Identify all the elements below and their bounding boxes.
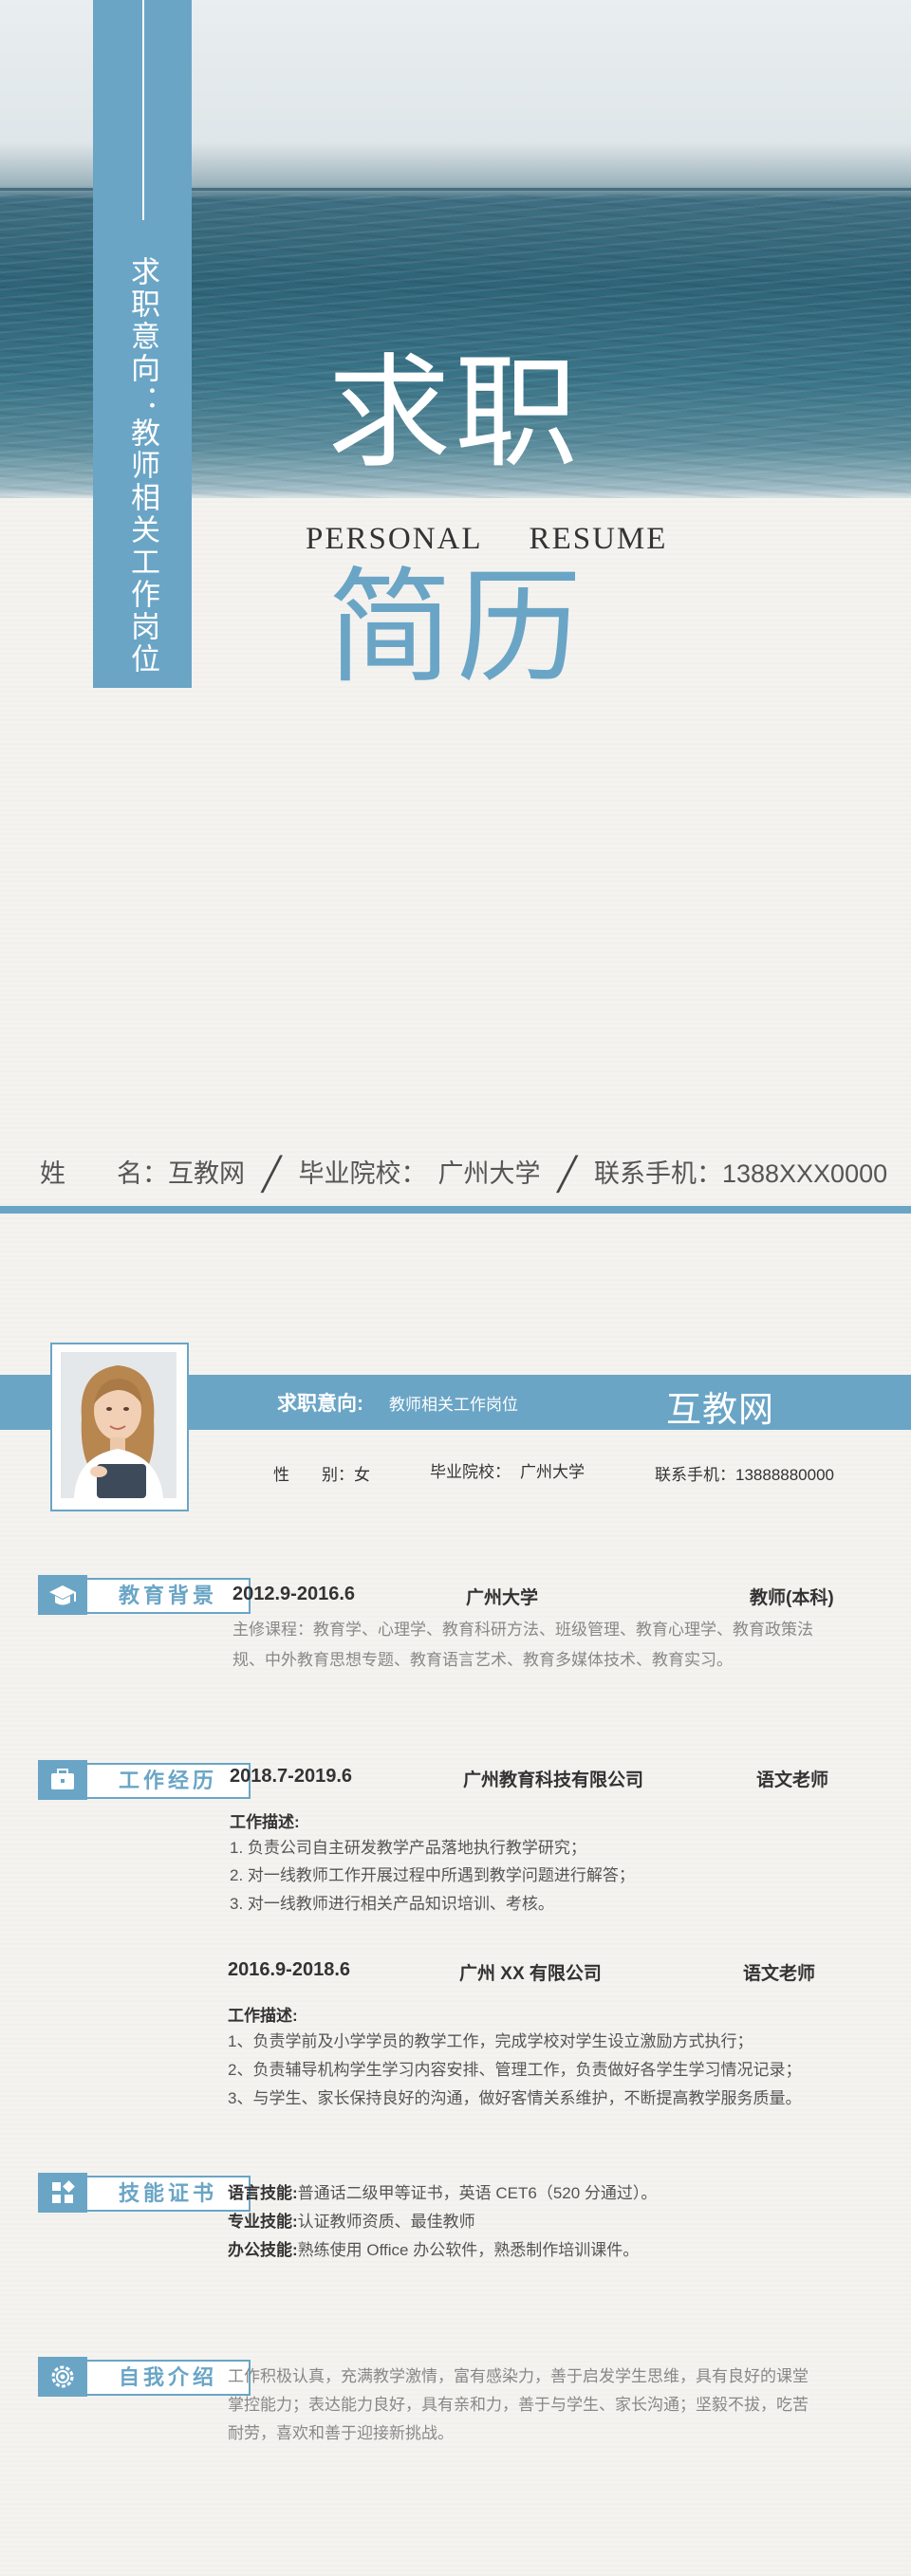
avatar [61,1352,177,1498]
intent-value: 教师相关工作岗位 [389,1396,518,1414]
school-value: 广州大学 [520,1463,585,1481]
cover-title-en: PERSONAL RESUME [306,522,668,556]
edu-period: 2012.9-2016.6 [232,1584,356,1604]
cover-title-bottom: 简历 [327,555,586,701]
job2-item: 2、负责辅导机构学生学习内容安排、管理工作，负责做好各学生学习情况记录； [228,2061,802,2079]
gear-icon [38,2357,87,2397]
cover-divider-rule [0,1206,911,1214]
cover-school: 广州大学 [437,1159,541,1188]
edu-school: 广州大学 [466,1588,539,1608]
resume-name: 互教网 [666,1390,774,1429]
job2-item: 1、负责学前及小学学员的教学工作，完成学校对学生设立激励方式执行； [228,2032,753,2050]
skill-row: 语言技能:普通话二级甲等证书，英语 CET6（520 分通过）。 [228,2179,657,2208]
graduation-cap-icon [38,1575,87,1615]
section-title: 技能证书 [87,2176,251,2212]
job2-item: 3、与学生、家长保持良好的沟通，做好客情关系维护，不断提高教学服务质量。 [228,2089,802,2107]
skill-label: 专业技能: [228,2213,298,2231]
job1-item: 3. 对一线教师进行相关产品知识培训、考核。 [230,1895,554,1913]
about-line1: 工作积极认真，充满教学激情，富有感染力，善于启发学生思维，具有良好的课堂 [228,2367,809,2385]
cover-name-label: 姓 名： [40,1159,168,1188]
divider-slash: ╱ [262,1157,282,1193]
school-label: 毕业院校： [430,1463,511,1481]
cover-phone-label: 联系手机： [593,1159,722,1188]
job1-period: 2018.7-2019.6 [230,1766,353,1787]
cover-school-label: 毕业院校： [298,1159,427,1188]
section-title: 自我介绍 [87,2360,251,2396]
job2-company: 广州 XX 有限公司 [459,1964,602,1984]
cover-phone: 1388XXX0000 [721,1159,888,1188]
phone-info: 联系手机：13888880000 [655,1461,834,1485]
edu-courses-line1: 主修课程：教育学、心理学、教育科研方法、班级管理、教育心理学、教育政策法 [232,1621,813,1639]
skill-value: 熟练使用 Office 办公软件，熟悉制作培训课件。 [297,2241,640,2259]
job2-period: 2016.9-2018.6 [228,1959,351,1980]
grid-icon [38,2173,87,2213]
edu-courses-line2: 规、中外教育思想专题、教育语言艺术、教育多媒体技术、教育实习。 [232,1651,733,1669]
job1-desc-label: 工作描述: [230,1813,300,1831]
phone-value: 13888880000 [735,1466,835,1484]
skill-label: 办公技能: [228,2241,298,2259]
skill-label: 语言技能: [228,2184,298,2202]
job2-desc-label: 工作描述: [228,2007,298,2025]
about-line3: 耐劳，喜欢和善于迎接新挑战。 [228,2424,454,2442]
gender-label: 性 别： [273,1466,354,1484]
section-title: 工作经历 [87,1763,251,1799]
skill-value: 普通话二级甲等证书，英语 CET6（520 分通过）。 [297,2184,658,2202]
phone-label: 联系手机： [655,1466,735,1484]
job1-company: 广州教育科技有限公司 [463,1770,644,1790]
job1-item: 1. 负责公司自主研发教学产品落地执行教学研究； [230,1839,586,1857]
skill-row: 专业技能:认证教师资质、最佳教师 [228,2208,475,2236]
job1-item: 2. 对一线教师工作开展过程中所遇到教学问题进行解答； [230,1866,635,1884]
cover-name: 互教网 [168,1159,245,1188]
briefcase-icon [38,1760,87,1800]
school-info: 毕业院校： 广州大学 [430,1458,585,1482]
cover-vertical-line [142,0,144,220]
cover-job-intent: 求职意向：教师相关工作岗位 [126,256,159,676]
about-line2: 掌控能力；表达能力良好，具有亲和力，善于与学生、家长沟通；坚毅不拔，吃苦 [228,2396,809,2414]
cover-info-row: 姓 名：互教网 ╱ 毕业院校： 广州大学 ╱ 联系手机：1388XXX0000 [40,1153,894,1193]
gender-value: 女 [354,1466,370,1484]
cover-title-top: 求职 [327,341,583,485]
gender-info: 性 别：女 [273,1461,370,1485]
intent-label: 求职意向: [277,1393,363,1415]
job2-role: 语文老师 [743,1964,816,1984]
job1-role: 语文老师 [756,1770,829,1790]
skill-row: 办公技能:熟练使用 Office 办公软件，熟悉制作培训课件。 [228,2236,639,2265]
divider-slash: ╱ [557,1157,577,1193]
skill-value: 认证教师资质、最佳教师 [297,2213,475,2231]
section-title: 教育背景 [87,1578,251,1614]
edu-degree: 教师(本科) [750,1588,834,1608]
